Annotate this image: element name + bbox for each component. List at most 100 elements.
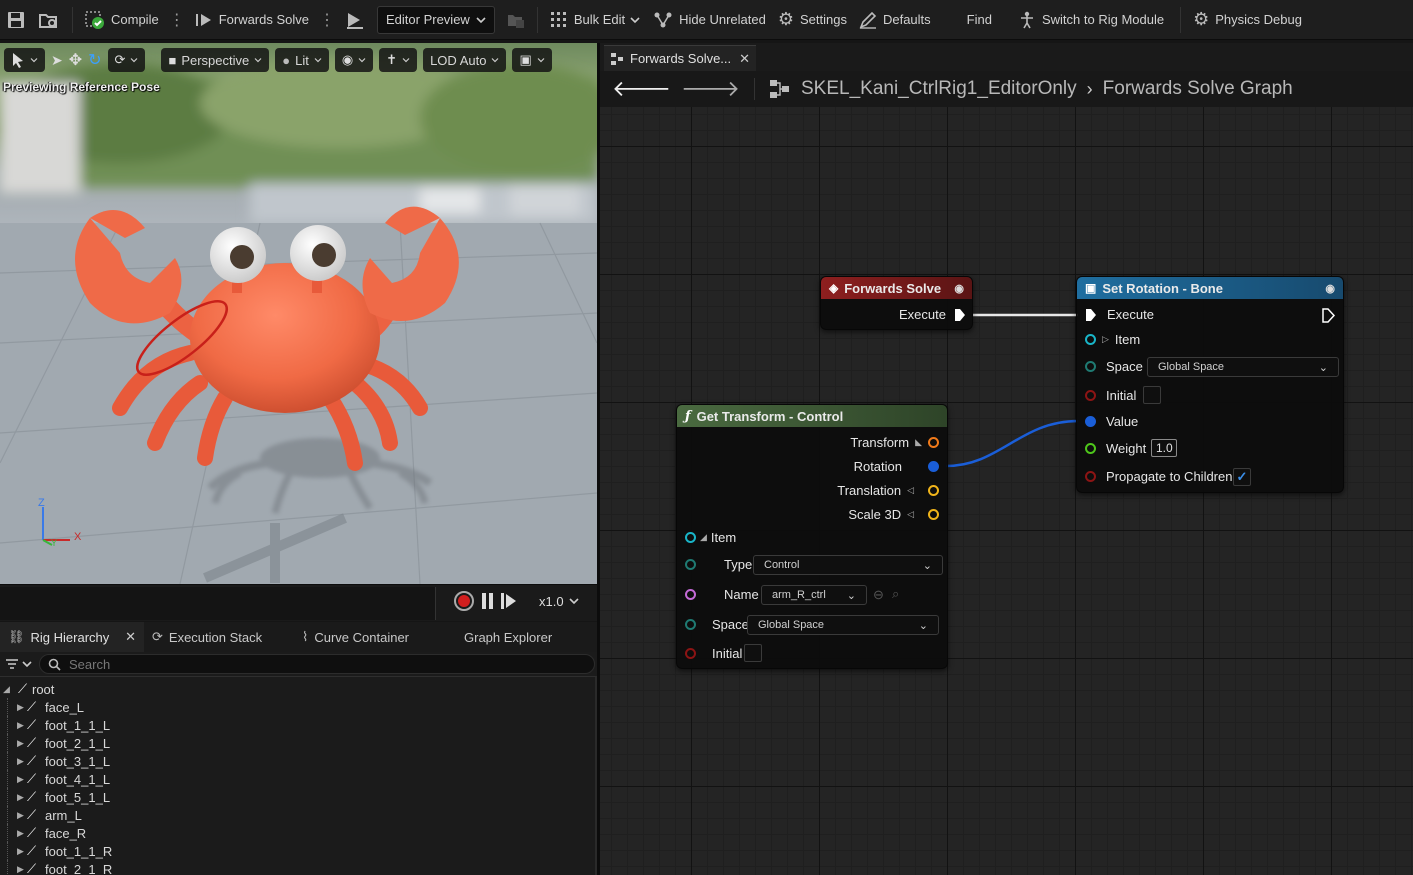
filter-button[interactable] xyxy=(2,658,35,670)
tree-item[interactable]: ▶ ⟋ face_L xyxy=(0,698,595,716)
tree-item[interactable]: ▶ ⟋ face_R xyxy=(0,824,595,842)
expand-arrow-icon[interactable]: ▶ xyxy=(17,828,27,839)
tree-item[interactable]: ▶ ⟋ foot_2_1_L xyxy=(0,734,595,752)
compile-button[interactable]: Compile xyxy=(79,0,165,40)
settings-button[interactable]: ⚙ Settings xyxy=(772,0,853,40)
rotate-icon[interactable]: ↻ xyxy=(88,50,101,70)
close-icon[interactable]: ✕ xyxy=(739,51,750,67)
collapse-arrow-icon[interactable]: ◢ xyxy=(700,532,707,543)
step-forward-icon[interactable] xyxy=(501,593,517,609)
rotation-pin-icon[interactable] xyxy=(1085,416,1096,427)
browse-button[interactable] xyxy=(32,0,66,40)
find-button[interactable]: Find xyxy=(961,0,998,40)
node-options-icon[interactable]: ◉ xyxy=(1325,282,1335,295)
use-selected-icon[interactable]: ⊖ xyxy=(873,587,884,603)
expand-arrow-icon[interactable]: ▶ xyxy=(17,864,27,875)
rotation-pin-icon[interactable] xyxy=(928,461,939,472)
expand-arrow-icon[interactable]: ◁ xyxy=(907,485,914,496)
exec-pin-icon[interactable] xyxy=(1085,308,1097,322)
propagate-checkbox[interactable]: ✓ xyxy=(1233,468,1251,486)
vector-pin-icon[interactable] xyxy=(928,485,939,496)
initial-checkbox[interactable] xyxy=(744,644,762,662)
graph-canvas[interactable]: ◈ Forwards Solve ◉ Execute ▣ Set Rotatio… xyxy=(600,107,1413,875)
name-pin-icon[interactable] xyxy=(685,589,696,600)
set-rotation-bone-node[interactable]: ▣ Set Rotation - Bone ◉ Execute ▷ Item S… xyxy=(1076,276,1344,493)
exec-pin-icon[interactable] xyxy=(954,308,966,322)
hierarchy-search-input[interactable]: Search xyxy=(39,654,595,674)
tree-item[interactable]: ▶ ⟋ foot_4_1_L xyxy=(0,770,595,788)
perspective-dropdown[interactable]: ■ Perspective xyxy=(161,48,270,72)
hide-unrelated-button[interactable]: Hide Unrelated xyxy=(647,0,772,40)
forward-arrow-icon[interactable]: 🡒 xyxy=(681,76,740,102)
bool-pin-icon[interactable] xyxy=(685,648,696,659)
physics-debug-button[interactable]: ⚙ Physics Debug xyxy=(1187,0,1308,40)
node-options-icon[interactable]: ◉ xyxy=(954,282,964,295)
tab-forwards-solve-graph[interactable]: Forwards Solve... ✕ xyxy=(604,45,756,71)
coordinate-space-dropdown[interactable]: ⟳ xyxy=(107,48,146,72)
expand-arrow-icon[interactable]: ◁ xyxy=(907,509,914,520)
preview-viewport[interactable]: ➤ ✥ ↻ ⟳ ■ Perspective ● Lit ◉ ✝ LOD Auto xyxy=(0,43,597,584)
lit-dropdown[interactable]: ● Lit xyxy=(275,48,329,72)
space-pin-icon[interactable] xyxy=(685,619,696,630)
type-pin-icon[interactable] xyxy=(685,559,696,570)
switch-rig-module-button[interactable]: Switch to Rig Module xyxy=(1012,0,1170,40)
pause-icon[interactable] xyxy=(482,593,493,609)
move-icon[interactable]: ✥ xyxy=(69,50,82,70)
timeline-area[interactable] xyxy=(0,587,436,620)
expand-arrow-icon[interactable]: ◣ xyxy=(915,437,922,448)
tab-execution-stack[interactable]: ⟳ Execution Stack xyxy=(144,622,294,652)
expand-arrow-icon[interactable]: ▶ xyxy=(17,702,27,713)
debug-object-button[interactable] xyxy=(501,0,531,40)
space-pin-icon[interactable] xyxy=(1085,361,1096,372)
expand-arrow-icon[interactable]: ▶ xyxy=(17,738,27,749)
tab-rig-hierarchy[interactable]: ⛓ Rig Hierarchy ✕ xyxy=(0,622,144,652)
expand-arrow-icon[interactable]: ▶ xyxy=(17,846,27,857)
item-pin-icon[interactable] xyxy=(685,532,696,543)
playback-speed-dropdown[interactable]: x1.0 xyxy=(539,594,579,609)
expand-arrow-icon[interactable]: ▶ xyxy=(17,720,27,731)
back-arrow-icon[interactable]: 🡐 xyxy=(612,76,671,102)
forwards-solve-node[interactable]: ◈ Forwards Solve ◉ Execute xyxy=(820,276,973,330)
space-dropdown[interactable]: Global Space ⌄ xyxy=(1147,357,1339,377)
character-dropdown[interactable]: ✝ xyxy=(379,48,418,72)
vector-pin-icon[interactable] xyxy=(928,509,939,520)
name-dropdown[interactable]: arm_R_ctrl ⌄ xyxy=(761,585,867,605)
tree-item[interactable]: ▶ ⟋ arm_L xyxy=(0,806,595,824)
expand-arrow-icon[interactable]: ▶ xyxy=(17,774,27,785)
compile-options-icon[interactable]: ⋮ xyxy=(165,10,189,30)
tab-curve-container[interactable]: ⌇ Curve Container xyxy=(294,622,456,652)
tree-item-root[interactable]: ◢ ⟋ root xyxy=(0,680,595,698)
tree-item[interactable]: ▶ ⟋ foot_3_1_L xyxy=(0,752,595,770)
float-pin-icon[interactable] xyxy=(1085,443,1096,454)
editor-preview-dropdown[interactable]: Editor Preview xyxy=(377,5,495,34)
save-button[interactable] xyxy=(0,0,32,40)
tab-graph-explorer[interactable]: Graph Explorer xyxy=(456,622,560,652)
browse-search-icon[interactable]: ⌕ xyxy=(892,586,899,602)
item-pin-icon[interactable] xyxy=(1085,334,1096,345)
crumb-graph[interactable]: Forwards Solve Graph xyxy=(1103,78,1293,100)
bool-pin-icon[interactable] xyxy=(1085,471,1096,482)
forwards-solve-options-icon[interactable]: ⋮ xyxy=(315,10,339,30)
expand-arrow-icon[interactable]: ▶ xyxy=(17,792,27,803)
type-dropdown[interactable]: Control ⌄ xyxy=(753,555,943,575)
exec-out-pin-icon[interactable] xyxy=(1322,308,1335,323)
lod-dropdown[interactable]: LOD Auto xyxy=(423,48,507,72)
defaults-button[interactable]: Defaults xyxy=(853,0,937,40)
expand-arrow-icon[interactable]: ▷ xyxy=(1102,334,1109,345)
tree-item[interactable]: ▶ ⟋ foot_2_1_R xyxy=(0,860,595,875)
tree-item[interactable]: ▶ ⟋ foot_5_1_L xyxy=(0,788,595,806)
get-transform-control-node[interactable]: ƒ Get Transform - Control Transform ◣ Ro… xyxy=(676,404,948,669)
step-button[interactable] xyxy=(339,0,371,40)
arrow-cursor-icon[interactable]: ➤ xyxy=(51,52,63,69)
expand-arrow-icon[interactable]: ▶ xyxy=(17,810,27,821)
collapse-arrow-icon[interactable]: ◢ xyxy=(0,684,14,695)
record-button[interactable] xyxy=(454,591,474,611)
tree-item[interactable]: ▶ ⟋ foot_1_1_L xyxy=(0,716,595,734)
tree-item[interactable]: ▶ ⟋ foot_1_1_R xyxy=(0,842,595,860)
crumb-asset[interactable]: SKEL_Kani_CtrlRig1_EditorOnly xyxy=(801,78,1077,100)
weight-input[interactable]: 1.0 xyxy=(1151,439,1177,457)
show-dropdown[interactable]: ◉ xyxy=(334,48,374,72)
space-dropdown[interactable]: Global Space ⌄ xyxy=(747,615,939,635)
screen-settings-dropdown[interactable]: ▣ xyxy=(512,48,552,72)
expand-arrow-icon[interactable]: ▶ xyxy=(17,756,27,767)
